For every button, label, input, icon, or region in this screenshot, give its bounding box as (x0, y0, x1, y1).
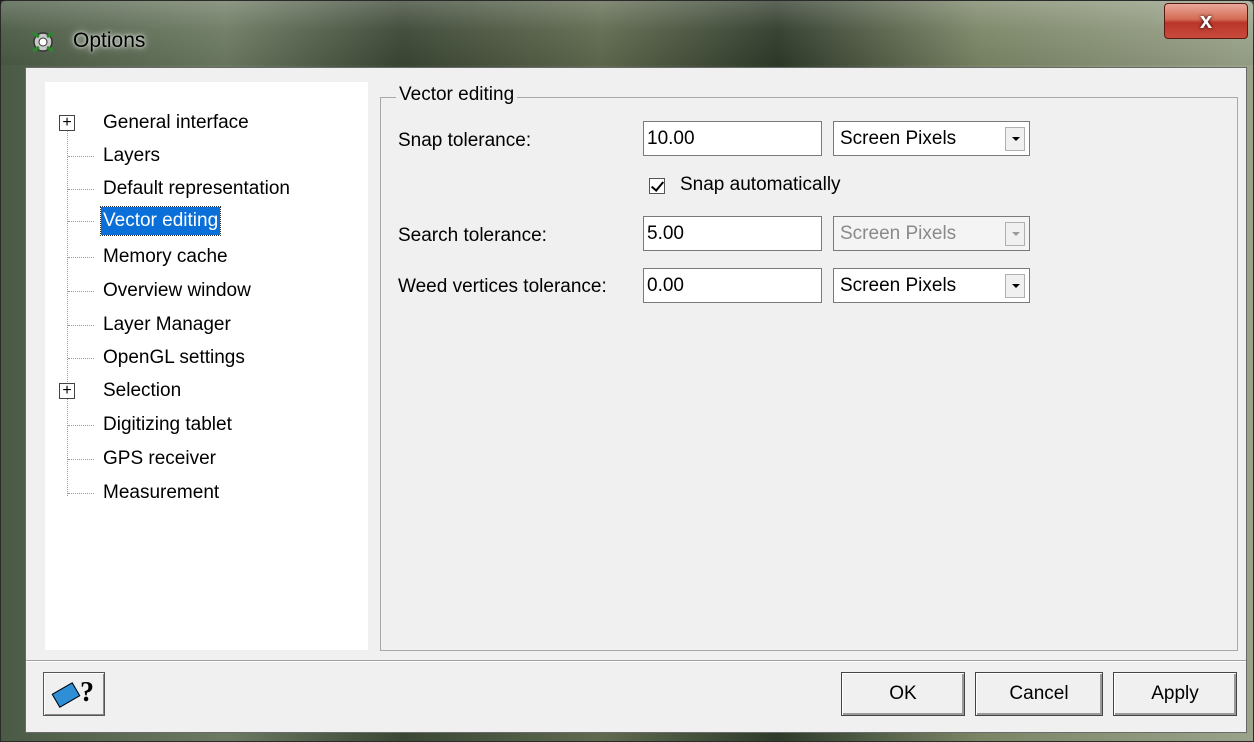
options-tree[interactable]: + General interface Layers Default repre… (45, 82, 368, 650)
tree-item-measurement[interactable]: Measurement (45, 478, 368, 508)
group-title: Vector editing (396, 84, 518, 106)
tree-item-gps-receiver[interactable]: GPS receiver (45, 444, 368, 474)
snap-tolerance-label: Snap tolerance: (398, 130, 532, 151)
weed-vertices-tolerance-input[interactable]: 0.00 (643, 268, 822, 303)
tree-branch-line (68, 425, 94, 426)
tree-item-label[interactable]: Vector editing (99, 206, 222, 236)
search-tolerance-input[interactable]: 5.00 (643, 216, 822, 251)
tree-branch-line (68, 291, 94, 292)
tree-branch-line (68, 257, 94, 258)
cancel-button[interactable]: Cancel (975, 672, 1103, 716)
tree-item-layer-manager[interactable]: Layer Manager (45, 310, 368, 340)
tree-branch-line (68, 459, 94, 460)
tree-item-vector-editing[interactable]: Vector editing (45, 206, 368, 236)
tree-item-general-interface[interactable]: + General interface (45, 108, 368, 138)
tree-item-label[interactable]: Measurement (101, 478, 221, 508)
search-unit-select: Screen Pixels (833, 216, 1030, 251)
snap-unit-value: Screen Pixels (840, 128, 957, 149)
book-icon (51, 682, 81, 708)
tree-item-digitizing-tablet[interactable]: Digitizing tablet (45, 410, 368, 440)
tree-item-label[interactable]: Default representation (101, 174, 292, 204)
tree-branch-line (68, 358, 94, 359)
tree-item-overview-window[interactable]: Overview window (45, 276, 368, 306)
search-tolerance-label: Search tolerance: (398, 225, 547, 246)
tree-item-label[interactable]: General interface (101, 108, 251, 138)
tree-item-label[interactable]: Layers (101, 141, 162, 171)
chevron-down-icon (1005, 222, 1025, 246)
weed-vertices-tolerance-label: Weed vertices tolerance: (398, 276, 607, 297)
close-button[interactable]: x (1164, 3, 1248, 39)
tree-branch-line (68, 156, 94, 157)
snap-automatically-label[interactable]: Snap automatically (680, 174, 841, 196)
window-title: Options (73, 29, 146, 52)
title-bar[interactable]: Options x (1, 1, 1254, 65)
tree-item-selection[interactable]: + Selection (45, 376, 368, 406)
snap-unit-select[interactable]: Screen Pixels (833, 121, 1030, 156)
tree-branch-line (68, 221, 94, 222)
tree-item-label[interactable]: GPS receiver (101, 444, 218, 474)
tree-item-default-representation[interactable]: Default representation (45, 174, 368, 204)
snap-automatically-checkbox[interactable] (649, 178, 665, 194)
expand-icon[interactable]: + (59, 383, 75, 399)
close-icon: x (1199, 8, 1213, 33)
help-button[interactable]: ? (43, 672, 105, 716)
tree-item-label[interactable]: Overview window (101, 276, 253, 306)
tree-item-opengl-settings[interactable]: OpenGL settings (45, 343, 368, 373)
tree-item-label[interactable]: Digitizing tablet (101, 410, 234, 440)
ok-button[interactable]: OK (841, 672, 965, 716)
tree-item-memory-cache[interactable]: Memory cache (45, 242, 368, 272)
tree-branch-line (68, 189, 94, 190)
question-icon: ? (80, 677, 94, 708)
tree-item-label[interactable]: OpenGL settings (101, 343, 247, 373)
app-icon (32, 31, 54, 53)
tree-item-label[interactable]: Selection (101, 376, 183, 406)
expand-icon[interactable]: + (59, 115, 75, 131)
snap-tolerance-input[interactable]: 10.00 (643, 121, 822, 156)
tree-branch-line (68, 325, 94, 326)
dialog-client-area: + General interface Layers Default repre… (25, 67, 1247, 733)
footer-separator (26, 660, 1246, 662)
chevron-down-icon[interactable] (1005, 274, 1025, 298)
options-window: Options x + General interface Layers Def… (0, 0, 1254, 742)
chevron-down-icon[interactable] (1005, 127, 1025, 151)
tree-item-label[interactable]: Memory cache (101, 242, 230, 272)
apply-button[interactable]: Apply (1113, 672, 1237, 716)
weed-unit-value: Screen Pixels (840, 275, 957, 296)
tree-item-layers[interactable]: Layers (45, 141, 368, 171)
weed-unit-select[interactable]: Screen Pixels (833, 268, 1030, 303)
tree-item-label[interactable]: Layer Manager (101, 310, 233, 340)
search-unit-value: Screen Pixels (840, 223, 957, 244)
tree-branch-line (68, 493, 94, 494)
